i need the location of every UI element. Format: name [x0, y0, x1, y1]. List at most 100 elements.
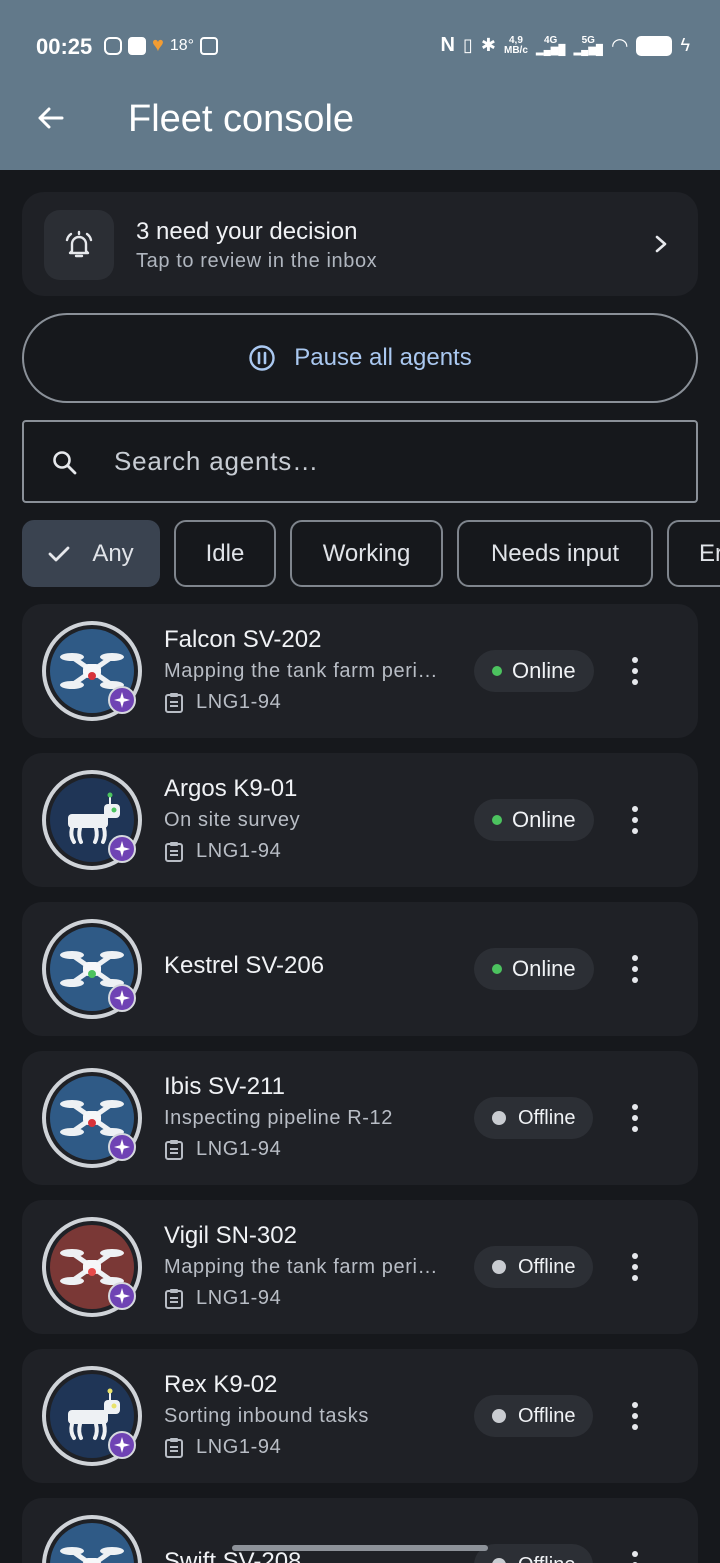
- pause-circle-icon: [249, 345, 275, 371]
- status-label: Online: [512, 956, 576, 981]
- battery-icon: [636, 35, 673, 56]
- status-dot: [492, 1260, 506, 1274]
- heart-app-icon: ♥: [152, 34, 164, 56]
- signal-4g-label: 4G: [544, 34, 558, 46]
- more-options-icon[interactable]: [620, 802, 650, 838]
- nfc-icon: N: [440, 34, 455, 56]
- wifi-icon: ◠: [611, 35, 629, 57]
- check-icon: [48, 546, 70, 561]
- more-options-icon[interactable]: [620, 1398, 650, 1434]
- status-dot: [492, 1409, 506, 1423]
- clipboard-icon: [165, 1288, 183, 1309]
- ai-sparkle-badge: [108, 984, 136, 1012]
- filter-chips: Any Idle Working Needs input Er: [22, 520, 720, 587]
- clipboard-icon: [165, 1139, 183, 1160]
- net-speed: 4,9 MB/c: [503, 35, 528, 56]
- status-label: Offline: [518, 1404, 576, 1427]
- agent-site: LNG1-94: [164, 691, 281, 714]
- agent-site: LNG1-94: [164, 1287, 281, 1310]
- filter-chip-working[interactable]: Working: [290, 520, 443, 587]
- status-label: Offline: [518, 1255, 576, 1278]
- temperature: 18°: [169, 36, 195, 54]
- status-dot: [492, 1558, 506, 1563]
- calendar-icon: [200, 36, 219, 55]
- filter-chip-error[interactable]: Er: [667, 520, 720, 587]
- signal-4g-icon: 4G ▂▄▆█: [535, 34, 566, 56]
- status-badge: Offline: [474, 1395, 594, 1437]
- pause-all-button[interactable]: Pause all agents: [22, 313, 698, 403]
- more-options-icon[interactable]: [620, 1249, 650, 1285]
- net-speed-unit: MB/c: [503, 44, 528, 56]
- decision-title: 3 need your decision: [136, 218, 358, 245]
- status-left-icons: ♥ 18°: [104, 34, 219, 57]
- sparkle-icon: [114, 990, 130, 1006]
- status-dot: [492, 815, 502, 825]
- app-bar: 00:25 ♥ 18° N ▯ ✱ 4,9 MB/c 4G ▂▄▆█ 5G ▂▄▆█…: [0, 0, 720, 170]
- filter-chip-label: Idle: [205, 539, 245, 567]
- page-title: Fleet console: [128, 98, 355, 140]
- sparkle-icon: [114, 841, 130, 857]
- clipboard-icon: [165, 841, 183, 862]
- agent-name: Vigil SN-302: [164, 1222, 297, 1249]
- clipboard-icon: [165, 692, 183, 713]
- charging-icon: ϟ: [680, 35, 690, 55]
- agent-task: Inspecting pipeline R-12: [164, 1107, 393, 1129]
- decision-subtitle: Tap to review in the inbox: [136, 250, 378, 272]
- sparkle-icon: [114, 692, 130, 708]
- status-label: Online: [512, 807, 576, 832]
- bell-alert-icon: [65, 230, 93, 258]
- more-options-icon[interactable]: [620, 1100, 650, 1136]
- filter-chip-idle[interactable]: Idle: [174, 520, 276, 587]
- agent-site-label: LNG1-94: [196, 1436, 282, 1458]
- filter-chip-any[interactable]: Any: [22, 520, 160, 587]
- agent-site-label: LNG1-94: [196, 840, 282, 862]
- agent-card[interactable]: Argos K9-01 On site survey LNG1-94 Online: [22, 753, 698, 887]
- more-options-icon[interactable]: [620, 1547, 650, 1563]
- search-input[interactable]: [114, 422, 674, 501]
- agent-card[interactable]: Rex K9-02 Sorting inbound tasks LNG1-94 Off…: [22, 1349, 698, 1483]
- filter-chip-label: Any: [92, 539, 134, 567]
- sparkle-icon: [114, 1288, 130, 1304]
- agent-name: Argos K9-01: [164, 775, 298, 802]
- agent-card[interactable]: Ibis SV-211 Inspecting pipeline R-12 LNG1-…: [22, 1051, 698, 1185]
- bell-container: [44, 210, 114, 280]
- back-arrow-icon[interactable]: [34, 102, 66, 134]
- chevron-right-icon: [655, 235, 667, 253]
- ai-sparkle-badge: [108, 1282, 136, 1310]
- vibrate-icon: ▯: [462, 35, 473, 55]
- signal-5g-icon: 5G ▂▄▆█: [573, 34, 604, 56]
- agent-card[interactable]: Vigil SN-302 Mapping the tank farm peri… L…: [22, 1200, 698, 1334]
- status-badge: Online: [474, 948, 594, 990]
- search-icon: [53, 451, 77, 475]
- agent-site-label: LNG1-94: [196, 1287, 282, 1309]
- agent-task: On site survey: [164, 809, 301, 831]
- status-badge: Online: [474, 650, 594, 692]
- clipboard-icon: [165, 1437, 183, 1458]
- decision-card[interactable]: 3 need your decision Tap to review in th…: [22, 192, 698, 296]
- signal-5g-label: 5G: [581, 34, 595, 46]
- sparkle-icon: [114, 1139, 130, 1155]
- search-box[interactable]: [22, 420, 698, 503]
- more-options-icon[interactable]: [620, 653, 650, 689]
- ai-sparkle-badge: [108, 1133, 136, 1161]
- home-indicator[interactable]: [232, 1545, 488, 1551]
- status-time: 00:25: [36, 34, 93, 59]
- filter-chip-needs-input[interactable]: Needs input: [457, 520, 653, 587]
- agent-card[interactable]: Falcon SV-202 Mapping the tank farm peri……: [22, 604, 698, 738]
- agent-avatar: [42, 1515, 142, 1563]
- agent-card[interactable]: Swift SV-208Offline: [22, 1498, 698, 1563]
- agent-site: LNG1-94: [164, 1436, 281, 1459]
- ai-sparkle-badge: [108, 835, 136, 863]
- status-badge: Online: [474, 799, 594, 841]
- more-options-icon[interactable]: [620, 951, 650, 987]
- agent-card[interactable]: Kestrel SV-206 Online: [22, 902, 698, 1036]
- status-dot: [492, 964, 502, 974]
- instagram-icon: [104, 36, 122, 55]
- usb-icon: [128, 36, 146, 55]
- agent-task: Mapping the tank farm peri…: [164, 660, 439, 682]
- status-label: Offline: [518, 1106, 576, 1129]
- status-label: Offline: [518, 1554, 575, 1563]
- bluetooth-icon: ✱: [480, 35, 496, 55]
- agent-task: Mapping the tank farm peri…: [164, 1256, 439, 1278]
- agent-site-label: LNG1-94: [196, 1138, 282, 1160]
